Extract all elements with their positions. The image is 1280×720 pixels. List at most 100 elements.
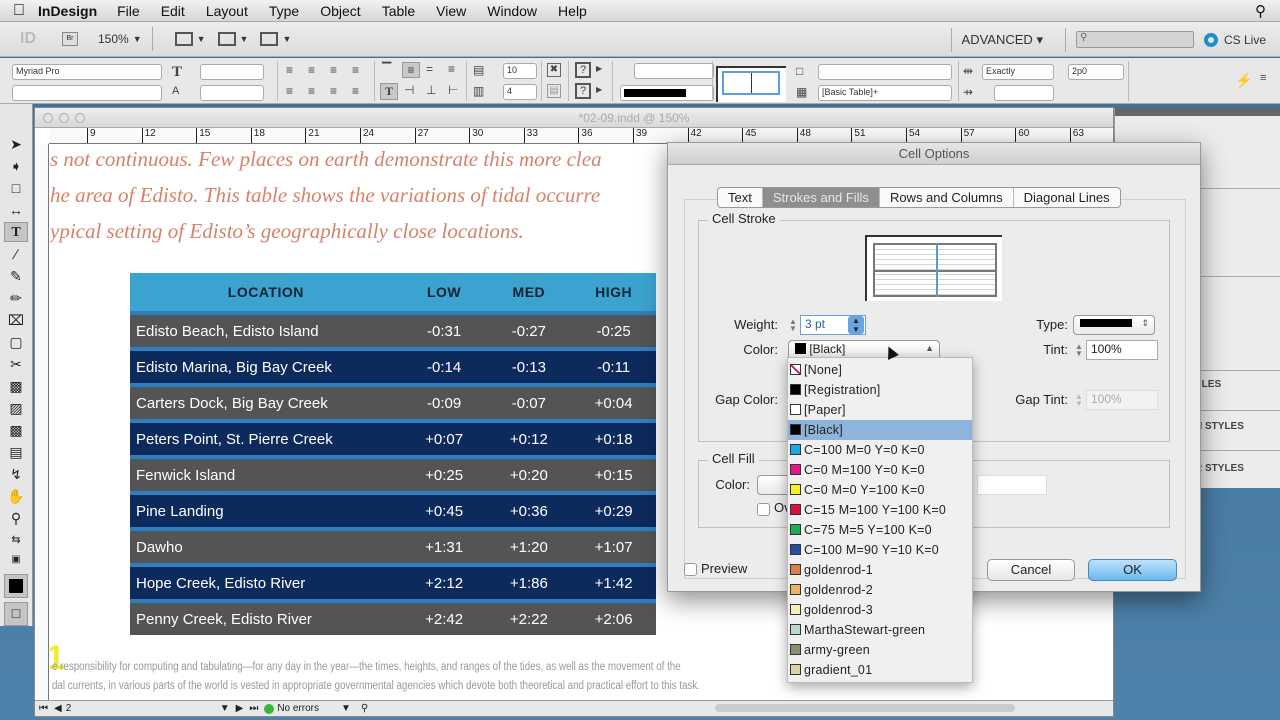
panel-header[interactable] bbox=[1115, 108, 1280, 116]
low-cell[interactable]: +0:25 bbox=[402, 467, 487, 484]
align-bottom-icon[interactable]: = bbox=[426, 62, 433, 76]
number-of-columns-field[interactable]: 4 bbox=[503, 84, 537, 100]
cell-style-select[interactable] bbox=[818, 64, 952, 80]
high-cell[interactable]: +0:29 bbox=[571, 503, 656, 520]
preview-checkbox[interactable] bbox=[684, 563, 697, 576]
preflight-status[interactable]: No errors bbox=[277, 703, 319, 714]
med-cell[interactable]: +1:20 bbox=[487, 539, 572, 556]
color-option[interactable]: C=0 M=0 Y=100 K=0 bbox=[788, 480, 972, 500]
gap-tool-icon[interactable]: ↔ bbox=[4, 200, 28, 220]
header-high[interactable]: HIGH bbox=[571, 284, 656, 300]
color-option[interactable]: MarthaStewart-green bbox=[788, 620, 972, 640]
justify-vertical-icon[interactable]: ≡ bbox=[448, 62, 455, 76]
bridge-button[interactable]: Br bbox=[62, 32, 78, 46]
fill-stroke-swap-icon[interactable]: ⇆ bbox=[4, 530, 28, 550]
align-towards-spine-icon[interactable]: ≡ bbox=[352, 63, 359, 77]
low-cell[interactable]: -0:31 bbox=[402, 323, 487, 340]
align-left-icon[interactable]: ≡ bbox=[286, 63, 293, 77]
rectangle-frame-tool-icon[interactable]: ⌧ bbox=[4, 310, 28, 330]
fill-color-icon[interactable] bbox=[4, 574, 28, 598]
eyedropper-tool-icon[interactable]: ↯ bbox=[4, 464, 28, 484]
location-cell[interactable]: Pine Landing bbox=[130, 503, 402, 520]
font-family-field[interactable]: Myriad Pro bbox=[12, 64, 162, 80]
color-option[interactable]: C=0 M=100 Y=0 K=0 bbox=[788, 460, 972, 480]
fill-tint-field[interactable] bbox=[977, 475, 1047, 495]
scissors-tool-icon[interactable]: ✂ bbox=[4, 354, 28, 374]
rotate-text-0-icon[interactable]: T bbox=[380, 83, 398, 100]
chevron-down-icon[interactable]: ▼ bbox=[282, 34, 291, 44]
previous-page-icon[interactable]: ◀ bbox=[54, 703, 62, 714]
gap-tint-stepper[interactable]: ▲ ▼ bbox=[1074, 393, 1084, 408]
med-cell[interactable]: +0:20 bbox=[487, 467, 572, 484]
direct-selection-tool-icon[interactable]: ➧ bbox=[4, 156, 28, 176]
location-cell[interactable]: Edisto Beach, Edisto Island bbox=[130, 323, 402, 340]
high-cell[interactable]: +0:04 bbox=[571, 395, 656, 412]
header-location[interactable]: LOCATION bbox=[130, 284, 402, 300]
formatting-affects-icon[interactable]: ▣ bbox=[4, 550, 28, 570]
med-cell[interactable]: -0:13 bbox=[487, 359, 572, 376]
page-tool-icon[interactable]: □ bbox=[4, 178, 28, 198]
proxy-cells[interactable] bbox=[873, 243, 997, 297]
justify-center-icon[interactable]: ≡ bbox=[308, 84, 315, 98]
close-window-button[interactable] bbox=[43, 113, 53, 123]
pen-tool-icon[interactable]: ✎ bbox=[4, 266, 28, 286]
table-row[interactable]: Pine Landing +0:45 +0:36 +0:29 bbox=[130, 491, 656, 527]
low-cell[interactable]: +1:31 bbox=[402, 539, 487, 556]
med-cell[interactable]: -0:07 bbox=[487, 395, 572, 412]
color-option[interactable]: C=100 M=90 Y=10 K=0 bbox=[788, 540, 972, 560]
justify-all-icon[interactable]: ≡ bbox=[352, 84, 359, 98]
page-menu-icon[interactable]: ▼ bbox=[220, 703, 230, 714]
proxy-vertical-line[interactable] bbox=[936, 243, 938, 297]
next-page-icon[interactable]: ▶ bbox=[236, 703, 244, 714]
cs-live-icon[interactable] bbox=[1203, 32, 1218, 47]
overprint-fill-checkbox[interactable] bbox=[757, 503, 770, 516]
vertical-ruler[interactable] bbox=[35, 144, 49, 700]
location-cell[interactable]: Peters Point, St. Pierre Creek bbox=[130, 431, 402, 448]
table-row[interactable]: Penny Creek, Edisto River +2:42 +2:22 +2:06 bbox=[130, 599, 656, 635]
tab-text[interactable]: Text bbox=[718, 188, 763, 207]
low-cell[interactable]: -0:09 bbox=[402, 395, 487, 412]
med-cell[interactable]: +1:86 bbox=[487, 575, 572, 592]
tab-strokes-and-fills[interactable]: Strokes and Fills bbox=[762, 188, 880, 207]
med-cell[interactable]: +2:22 bbox=[487, 611, 572, 628]
header-med[interactable]: MED bbox=[486, 284, 571, 300]
color-option[interactable]: [Black] bbox=[788, 420, 972, 440]
high-cell[interactable]: +0:15 bbox=[571, 467, 656, 484]
align-top-icon[interactable]: ▔ bbox=[382, 62, 391, 76]
low-cell[interactable]: -0:14 bbox=[402, 359, 487, 376]
location-cell[interactable]: Edisto Marina, Big Bay Creek bbox=[130, 359, 402, 376]
gap-tint-field[interactable]: 100% bbox=[1086, 390, 1158, 410]
cancel-button[interactable]: Cancel bbox=[987, 559, 1075, 581]
gradient-feather-tool-icon[interactable]: ▩ bbox=[4, 420, 28, 440]
leading-field[interactable] bbox=[200, 85, 264, 101]
pencil-tool-icon[interactable]: ✏ bbox=[4, 288, 28, 308]
proxy-horizontal-line[interactable] bbox=[875, 270, 995, 272]
low-cell[interactable]: +0:45 bbox=[402, 503, 487, 520]
menu-view[interactable]: View bbox=[436, 3, 466, 19]
free-transform-tool-icon[interactable]: ▩ bbox=[4, 376, 28, 396]
open-file-icon[interactable]: ⚲ bbox=[361, 703, 368, 714]
minimize-window-button[interactable] bbox=[59, 113, 69, 123]
high-cell[interactable]: -0:11 bbox=[571, 359, 656, 376]
chevron-down-icon[interactable]: ▼ bbox=[240, 34, 249, 44]
chevron-right-icon[interactable]: ▶ bbox=[596, 64, 602, 73]
ok-button[interactable]: OK bbox=[1088, 559, 1177, 581]
color-option[interactable]: goldenrod-1 bbox=[788, 560, 972, 580]
table-header-row[interactable]: LOCATION LOW MED HIGH bbox=[130, 273, 656, 311]
table-row[interactable]: Peters Point, St. Pierre Creek +0:07 +0:12… bbox=[130, 419, 656, 455]
unmerge-cells-icon[interactable]: ▤ bbox=[547, 84, 561, 98]
table-row[interactable]: Fenwick Island +0:25 +0:20 +0:15 bbox=[130, 455, 656, 491]
color-option[interactable]: C=75 M=5 Y=100 K=0 bbox=[788, 520, 972, 540]
header-low[interactable]: LOW bbox=[402, 284, 487, 300]
color-option[interactable]: C=100 M=0 Y=0 K=0 bbox=[788, 440, 972, 460]
hand-tool-icon[interactable]: ✋ bbox=[4, 486, 28, 506]
menu-layout[interactable]: Layout bbox=[206, 3, 248, 19]
text-wrap-question-icon[interactable]: ? bbox=[575, 62, 591, 78]
location-cell[interactable]: Penny Creek, Edisto River bbox=[130, 611, 402, 628]
med-cell[interactable]: +0:12 bbox=[487, 431, 572, 448]
color-option[interactable]: goldenrod-2 bbox=[788, 580, 972, 600]
intro-text-line[interactable]: ypical setting of Edisto’s geographicall… bbox=[50, 219, 524, 244]
color-option[interactable]: army-green bbox=[788, 640, 972, 660]
zoom-level-dropdown[interactable]: 150% bbox=[98, 32, 129, 46]
rotate-text-90-icon[interactable]: ⊣ bbox=[404, 83, 414, 97]
